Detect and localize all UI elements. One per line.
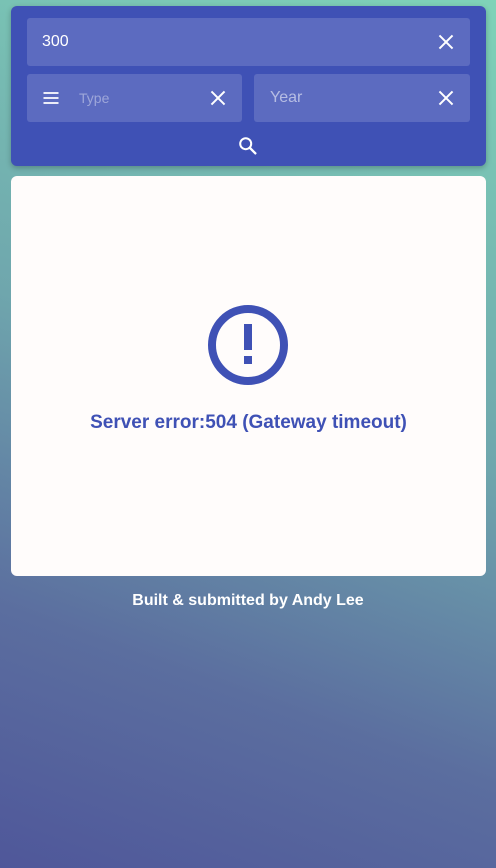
- year-field[interactable]: [254, 74, 470, 122]
- error-message: Server error:504 (Gateway timeout): [90, 412, 407, 433]
- type-input[interactable]: [79, 90, 189, 106]
- footer-credit: Built & submitted by Andy Lee: [132, 592, 364, 609]
- type-menu-button[interactable]: [41, 88, 61, 108]
- menu-icon: [43, 92, 59, 104]
- year-input[interactable]: [270, 89, 420, 107]
- result-card: Server error:504 (Gateway timeout): [11, 176, 486, 576]
- query-field[interactable]: [27, 18, 470, 66]
- close-icon: [438, 90, 454, 106]
- search-panel: [11, 6, 486, 166]
- clear-year-button[interactable]: [436, 88, 456, 108]
- close-icon: [210, 90, 226, 106]
- type-field[interactable]: [27, 74, 242, 122]
- search-button[interactable]: [237, 135, 259, 157]
- clear-query-button[interactable]: [436, 32, 456, 52]
- search-icon: [239, 137, 257, 155]
- error-outline-icon: [208, 305, 288, 385]
- close-icon: [438, 34, 454, 50]
- query-input[interactable]: [42, 33, 422, 51]
- clear-type-button[interactable]: [208, 88, 228, 108]
